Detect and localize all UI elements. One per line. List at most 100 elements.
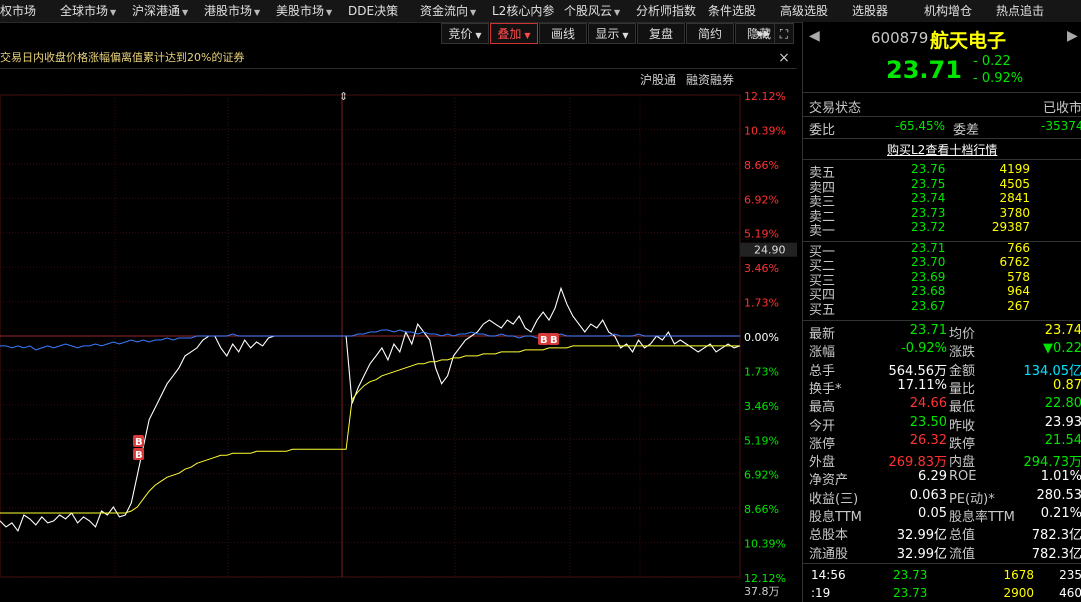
stat-label: 涨停	[809, 436, 836, 452]
menu-item-2[interactable]: 沪深港通 ▼	[132, 0, 188, 22]
volume-label: 37.8万	[744, 585, 780, 598]
orderbook-price[interactable]: 23.68	[911, 284, 945, 298]
y-axis-label: 1.73%	[744, 297, 779, 310]
crosshair-value: 24.90	[754, 244, 786, 257]
next-stock-icon[interactable]: ▶	[1067, 28, 1078, 44]
tick-extra: 460	[1059, 586, 1081, 600]
price-change: - 0.22	[973, 54, 1011, 69]
stat-label: 金额	[949, 363, 976, 379]
stat-value: 23.74	[1044, 323, 1081, 338]
menu-item-1[interactable]: 全球市场 ▼	[60, 0, 116, 22]
stat-value: 17.11%	[897, 377, 947, 393]
last-price: 23.71	[886, 56, 962, 84]
link-margin-trading[interactable]: 融资融券	[686, 72, 734, 88]
toolbar-btn-5[interactable]: 简约	[686, 23, 734, 44]
menu-item-4[interactable]: 美股市场 ▼	[276, 0, 332, 22]
tick-time: :19	[811, 586, 831, 600]
stat-value: 32.99亿	[896, 528, 947, 544]
menu-item-3[interactable]: 港股市场 ▼	[204, 0, 260, 22]
stat-value: 134.05亿	[1023, 363, 1081, 379]
toolbar-btn-3[interactable]: 显示 ▼	[588, 23, 636, 44]
menu-item-14[interactable]: 热点追击	[996, 0, 1044, 22]
stat-value: 32.99亿	[896, 546, 947, 562]
stat-label: ROE	[949, 469, 977, 485]
menu-item-10[interactable]: 条件选股	[708, 0, 756, 22]
stat-label: 昨收	[949, 418, 976, 434]
y-axis-label: 3.46%	[744, 400, 779, 413]
orderbook-price[interactable]: 23.69	[911, 270, 945, 284]
stat-label: 内盘	[949, 455, 976, 471]
menu-item-label: 权市场	[0, 4, 37, 18]
stat-value: 0.87	[1053, 377, 1081, 393]
stat-value: 564.56万	[888, 363, 948, 379]
fullscreen-icon[interactable]: ⛶	[774, 23, 794, 44]
orderbook-price[interactable]: 23.71	[911, 241, 945, 255]
stat-label: 外盘	[809, 455, 836, 471]
toolbar-btn-1[interactable]: 叠加 ▼	[490, 23, 538, 44]
menu-item-5[interactable]: DDE决策	[348, 0, 398, 22]
stat-value: 21.54	[1044, 432, 1081, 448]
orderbook-level-label: 卖一	[809, 224, 836, 239]
buy-marker-label: B	[550, 335, 558, 346]
weicha-value: -35374	[1041, 119, 1081, 133]
menu-item-label: 热点追击	[996, 4, 1045, 18]
y-axis-label: 0.00%	[744, 331, 779, 344]
toolbar-btn-4[interactable]: 复盘	[637, 23, 685, 44]
stat-label: 净资产	[809, 473, 849, 489]
quote-panel: ◀ 600879 航天电子 ▶ 23.71 - 0.22 - 0.92% 交易状…	[802, 22, 1081, 602]
stat-label: 总股本	[809, 528, 849, 544]
orderbook-volume: 29387	[991, 220, 1030, 234]
menu-item-7[interactable]: L2核心内参	[492, 0, 554, 22]
orderbook-price[interactable]: 23.75	[911, 177, 945, 191]
orderbook-price[interactable]: 23.73	[911, 206, 945, 220]
chevron-down-icon: ▼	[614, 8, 621, 17]
weibi-value: -65.45%	[895, 119, 946, 133]
tick-price: 23.73	[893, 568, 928, 582]
stat-label: 换手*	[809, 381, 842, 397]
toolbar-btn-2[interactable]: 画线	[539, 23, 587, 44]
menu-item-11[interactable]: 高级选股	[780, 0, 828, 22]
l2-purchase-link[interactable]: 购买L2查看十档行情	[887, 141, 997, 158]
menu-item-9[interactable]: 分析师指数	[636, 0, 696, 22]
stat-value: ▼0.22	[1043, 341, 1081, 357]
chart-title: 交易日内收盘价格涨幅偏离值累计达到20%的证券	[0, 51, 245, 64]
menu-item-12[interactable]: 选股器	[852, 0, 888, 22]
menu-item-13[interactable]: 机构增仓	[924, 0, 972, 22]
intraday-chart[interactable]: 12.12% 10.39% 8.66% 6.92% 5.19% 3.46% 1.73% 0.0…	[0, 90, 797, 602]
menu-item-6[interactable]: 资金流向 ▼	[420, 0, 476, 22]
menu-item-label: 全球市场	[60, 4, 109, 18]
stat-label: 最低	[949, 400, 976, 416]
stat-label: 涨幅	[809, 345, 836, 361]
orderbook-price[interactable]: 23.74	[911, 191, 945, 205]
chevron-down-icon: ▼	[326, 8, 333, 17]
orderbook-volume: 4199	[999, 162, 1030, 176]
stat-value: 23.50	[909, 414, 947, 430]
stat-label: 跌停	[949, 436, 976, 452]
menu-item-0[interactable]: 权市场	[0, 0, 36, 22]
buy-marker-label: B	[540, 335, 548, 346]
stat-label: 今开	[809, 418, 836, 434]
buy-marker-label: B	[135, 437, 143, 448]
status-value: 已收市	[1043, 101, 1081, 116]
toolbar-btn-label: 画线	[550, 27, 575, 41]
orderbook-volume: 4505	[999, 176, 1030, 191]
link-hugutong[interactable]: 沪股通	[640, 72, 676, 88]
close-icon[interactable]: ×	[777, 48, 791, 68]
menu-item-8[interactable]: 个股风云 ▼	[564, 0, 620, 22]
menu-item-label: 美股市场	[276, 4, 325, 18]
stat-value: 0.21%	[1040, 506, 1081, 521]
orderbook-price[interactable]: 23.76	[911, 162, 945, 176]
toolbar-btn-0[interactable]: 竞价 ▼	[441, 23, 489, 44]
tick-time: 14:56	[811, 568, 846, 582]
stat-label: 股息TTM	[809, 510, 862, 525]
orderbook-volume: 267	[1007, 298, 1030, 313]
orderbook-price[interactable]: 23.67	[911, 299, 945, 313]
prev-stock-icon[interactable]: ◀	[809, 28, 820, 44]
orderbook-price[interactable]: 23.72	[911, 220, 945, 234]
y-axis-label: 8.66%	[744, 159, 779, 172]
status-label: 交易状态	[809, 101, 862, 116]
more-icon[interactable]: ▸▸	[756, 23, 772, 44]
orderbook-price[interactable]: 23.70	[911, 255, 945, 269]
menu-item-label: 高级选股	[780, 4, 829, 18]
stat-value: 6.29	[918, 469, 947, 485]
